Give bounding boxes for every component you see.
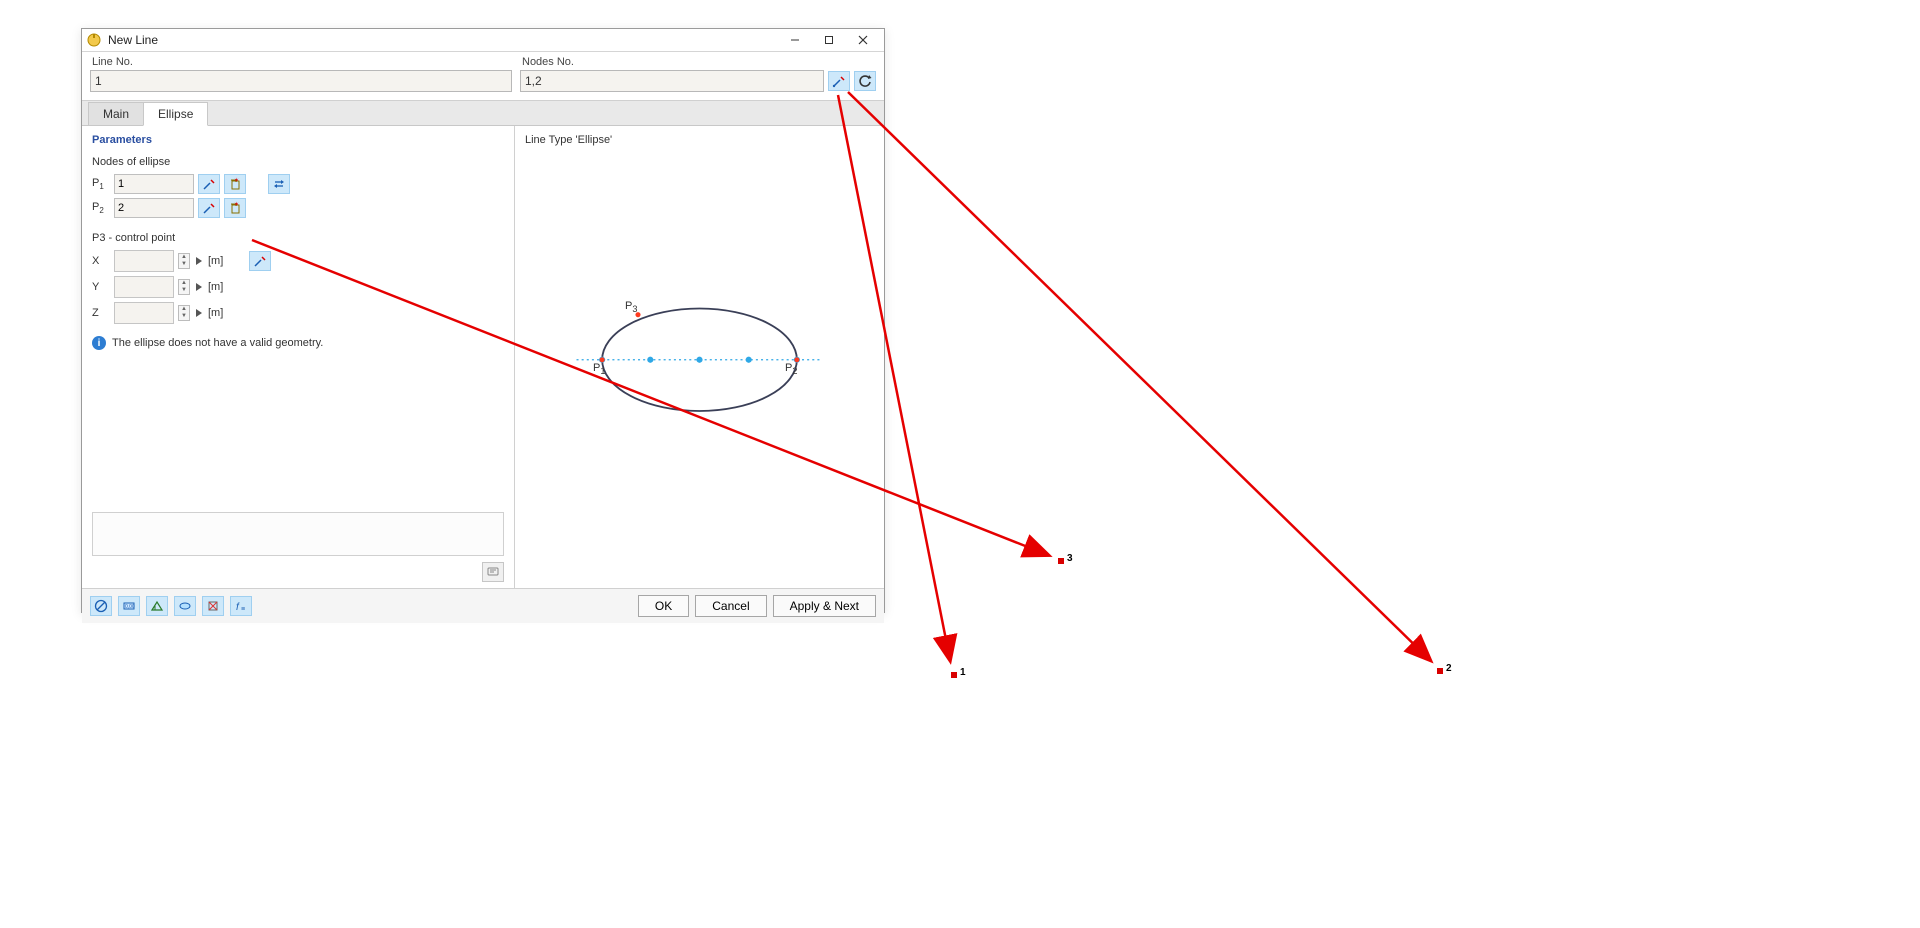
- svg-text:✶: ✶: [234, 177, 239, 184]
- y-unit: [m]: [208, 281, 223, 293]
- nodes-no-label: Nodes No.: [520, 56, 876, 68]
- app-icon: [86, 32, 102, 48]
- z-input[interactable]: [114, 302, 174, 324]
- p3-title: P3 - control point: [82, 228, 514, 248]
- preview-p2-label: P2: [785, 362, 797, 376]
- x-menu-icon[interactable]: [196, 257, 202, 265]
- nodes-no-input[interactable]: [520, 70, 824, 92]
- external-point-1-label: 1: [960, 667, 966, 678]
- external-point-3: [1058, 558, 1064, 564]
- external-point-3-label: 3: [1067, 553, 1073, 564]
- external-point-2: [1437, 668, 1443, 674]
- units-button[interactable]: 0,00: [118, 596, 140, 616]
- tab-ellipse[interactable]: Ellipse: [143, 102, 208, 126]
- p2-input[interactable]: [114, 198, 194, 218]
- view-button[interactable]: [146, 596, 168, 616]
- info-row: i The ellipse does not have a valid geom…: [82, 326, 514, 354]
- svg-text:≡: ≡: [241, 606, 245, 613]
- apply-next-button[interactable]: Apply & Next: [773, 595, 876, 617]
- close-button[interactable]: [846, 30, 880, 50]
- y-label: Y: [92, 281, 110, 293]
- function-button[interactable]: f≡: [230, 596, 252, 616]
- new-node-p2-button[interactable]: ✶: [224, 198, 246, 218]
- y-stepper[interactable]: ▲▼: [178, 279, 190, 295]
- parameters-title: Parameters: [82, 126, 514, 152]
- comment-box[interactable]: [92, 512, 504, 556]
- bottom-bar: 0,00 f≡ OK Cancel Apply & Next: [82, 588, 884, 623]
- new-node-p1-button[interactable]: ✶: [224, 174, 246, 194]
- ok-button[interactable]: OK: [638, 595, 689, 617]
- svg-text:f: f: [236, 602, 240, 613]
- z-menu-icon[interactable]: [196, 309, 202, 317]
- z-unit: [m]: [208, 307, 223, 319]
- help-button[interactable]: [90, 596, 112, 616]
- p1-input[interactable]: [114, 174, 194, 194]
- line-no-label: Line No.: [90, 56, 510, 68]
- preview-pane: Line Type 'Ellipse': [515, 126, 884, 588]
- info-text: The ellipse does not have a valid geomet…: [112, 337, 323, 349]
- preview-p1-label: P1: [593, 362, 605, 376]
- p2-label: P2: [92, 201, 110, 215]
- y-menu-icon[interactable]: [196, 283, 202, 291]
- x-label: X: [92, 255, 110, 267]
- pick-p2-button[interactable]: [198, 198, 220, 218]
- cancel-button[interactable]: Cancel: [695, 595, 766, 617]
- svg-text:0,00: 0,00: [125, 604, 135, 610]
- preview-canvas: P1 P2 P3: [515, 152, 884, 588]
- comment-toggle-button[interactable]: [482, 562, 504, 582]
- line-no-input[interactable]: [90, 70, 512, 92]
- reverse-nodes-button[interactable]: [854, 71, 876, 91]
- new-line-dialog: New Line Line No. Nodes No.: [81, 28, 885, 613]
- swap-nodes-button[interactable]: [268, 174, 290, 194]
- minimize-button[interactable]: [778, 30, 812, 50]
- external-point-1: [951, 672, 957, 678]
- titlebar: New Line: [82, 29, 884, 52]
- nodes-of-ellipse-label: Nodes of ellipse: [82, 152, 514, 172]
- z-label: Z: [92, 307, 110, 319]
- svg-text:✶: ✶: [234, 201, 239, 208]
- p1-label: P1: [92, 177, 110, 191]
- parameters-pane: Parameters Nodes of ellipse P1 ✶: [82, 126, 515, 588]
- preview-p3-label: P3: [625, 300, 637, 314]
- x-input[interactable]: [114, 250, 174, 272]
- header-row: Line No. Nodes No.: [82, 52, 884, 101]
- preview-title: Line Type 'Ellipse': [515, 126, 884, 152]
- maximize-button[interactable]: [812, 30, 846, 50]
- pick-nodes-button[interactable]: [828, 71, 850, 91]
- material-button[interactable]: [174, 596, 196, 616]
- clear-button[interactable]: [202, 596, 224, 616]
- window-title: New Line: [108, 29, 778, 51]
- y-input[interactable]: [114, 276, 174, 298]
- tabs-bar: Main Ellipse: [82, 101, 884, 126]
- info-icon: i: [92, 336, 106, 350]
- pick-p1-button[interactable]: [198, 174, 220, 194]
- x-stepper[interactable]: ▲▼: [178, 253, 190, 269]
- x-unit: [m]: [208, 255, 223, 267]
- tab-main[interactable]: Main: [88, 102, 144, 125]
- z-stepper[interactable]: ▲▼: [178, 305, 190, 321]
- pick-p3-button[interactable]: [249, 251, 271, 271]
- external-point-2-label: 2: [1446, 663, 1452, 674]
